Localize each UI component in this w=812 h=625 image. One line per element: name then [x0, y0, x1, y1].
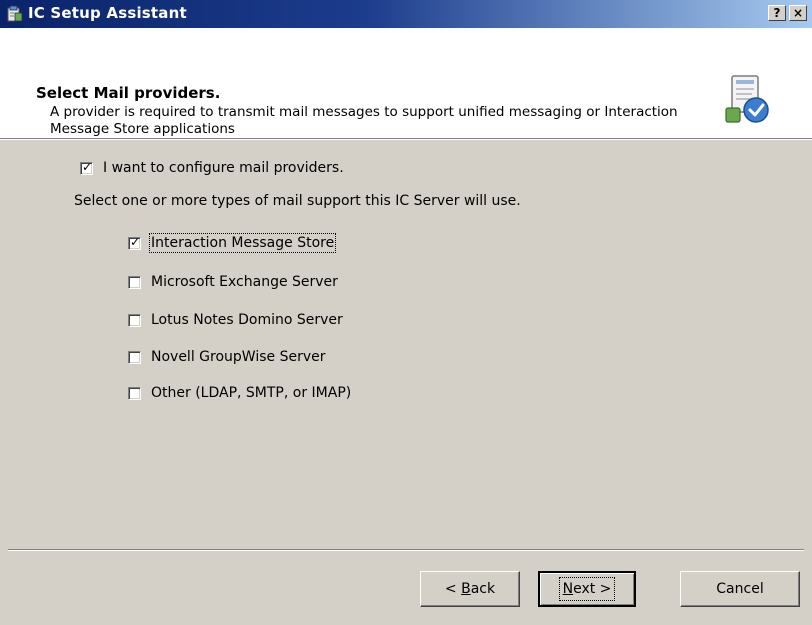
footer-separator [8, 549, 804, 551]
wizard-header: Select Mail providers. A provider is req… [0, 28, 812, 139]
close-button[interactable]: × [789, 5, 807, 21]
back-button[interactable]: < Back [420, 571, 520, 607]
checkmark-icon: ✓ [130, 234, 141, 249]
page-description: A provider is required to transmit mail … [50, 104, 678, 137]
interaction-message-store-label[interactable]: Interaction Message Store [148, 233, 337, 253]
page-title: Select Mail providers. [36, 84, 221, 102]
provider-row-lotus-notes[interactable]: Lotus Notes Domino Server [128, 311, 343, 329]
other-provider-checkbox[interactable] [128, 386, 141, 400]
wizard-content: ✓ I want to configure mail providers. Se… [0, 139, 812, 549]
next-button-label: Next > [558, 577, 616, 601]
back-button-label: < Back [444, 581, 496, 597]
provider-row-interaction-message-store[interactable]: ✓ Interaction Message Store [128, 233, 337, 253]
novell-groupwise-label[interactable]: Novell GroupWise Server [151, 349, 325, 365]
other-provider-label[interactable]: Other (LDAP, SMTP, or IMAP) [151, 385, 351, 401]
app-icon [7, 5, 23, 22]
microsoft-exchange-label[interactable]: Microsoft Exchange Server [151, 274, 338, 290]
provider-row-other[interactable]: Other (LDAP, SMTP, or IMAP) [128, 384, 351, 402]
lotus-notes-label[interactable]: Lotus Notes Domino Server [151, 312, 343, 328]
configure-mail-checkbox[interactable]: ✓ [80, 159, 93, 175]
window-title: IC Setup Assistant [28, 4, 187, 22]
cancel-button-label: Cancel [716, 581, 764, 597]
checkmark-icon: ✓ [82, 159, 93, 174]
configure-mail-label[interactable]: I want to configure mail providers. [103, 160, 344, 176]
configure-mail-checkbox-row[interactable]: ✓ I want to configure mail providers. [80, 159, 344, 177]
lotus-notes-checkbox[interactable] [128, 313, 141, 327]
novell-groupwise-checkbox[interactable] [128, 350, 141, 364]
setup-assistant-window: IC Setup Assistant ? × Select Mail provi… [0, 0, 812, 625]
provider-row-novell-groupwise[interactable]: Novell GroupWise Server [128, 348, 325, 366]
setup-wizard-icon [725, 75, 769, 123]
microsoft-exchange-checkbox[interactable] [128, 275, 141, 289]
instruction-text: Select one or more types of mail support… [74, 193, 521, 209]
title-bar[interactable]: IC Setup Assistant ? × [0, 0, 812, 28]
cancel-button[interactable]: Cancel [680, 571, 800, 607]
help-button[interactable]: ? [768, 5, 786, 21]
interaction-message-store-checkbox[interactable]: ✓ [128, 234, 141, 250]
provider-row-microsoft-exchange[interactable]: Microsoft Exchange Server [128, 273, 338, 291]
next-button[interactable]: Next > [538, 571, 636, 607]
